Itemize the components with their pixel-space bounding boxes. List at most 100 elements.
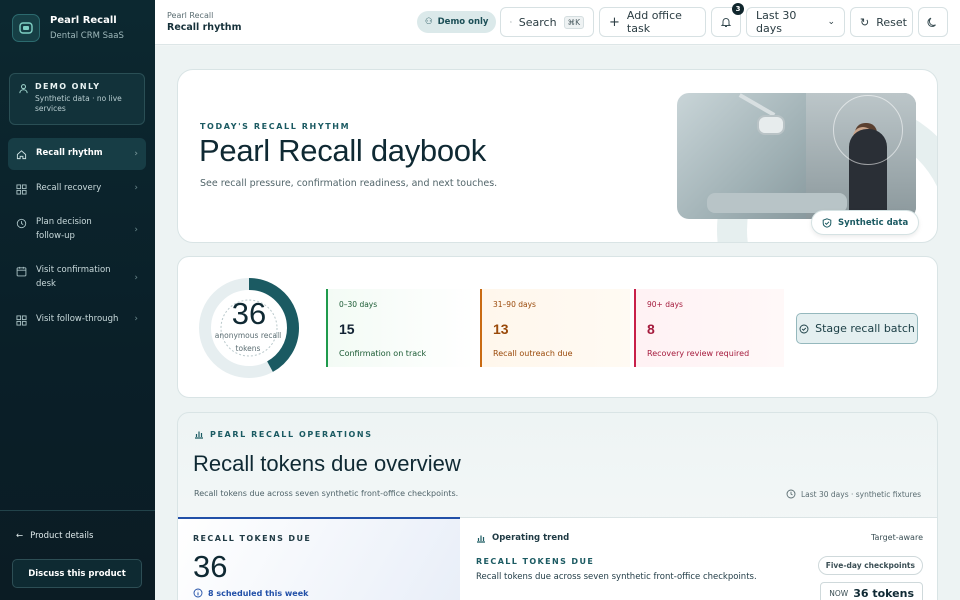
date-range-select[interactable]: Last 30 days ⌄ bbox=[746, 7, 845, 37]
user-icon bbox=[19, 84, 28, 94]
reset-button[interactable]: ↻ Reset bbox=[850, 7, 913, 37]
home-icon bbox=[16, 150, 27, 160]
scheduled-label: 8 scheduled this week bbox=[208, 588, 309, 598]
photo-lamp-arm bbox=[738, 93, 776, 117]
bar-chart-icon bbox=[195, 431, 203, 439]
sidebar-item-plan-decision[interactable]: Plan decision follow-up › bbox=[8, 207, 146, 252]
bucket-90-plus[interactable]: 90+ days 8 Recovery review required bbox=[634, 289, 784, 367]
total-recall-label: anonymous recall tokens bbox=[214, 331, 282, 353]
scheduled-this-week: 8 scheduled this week bbox=[193, 588, 308, 598]
search-label: Search bbox=[518, 15, 557, 29]
sidebar-nav: Recall rhythm › Recall recovery › Plan d… bbox=[8, 138, 146, 338]
sidebar-item-visit-follow-through[interactable]: Visit follow-through › bbox=[8, 304, 146, 336]
bucket-0-30[interactable]: 0–30 days 15 Confirmation on track bbox=[326, 289, 476, 367]
sidebar-item-recall-recovery[interactable]: Recall recovery › bbox=[8, 173, 146, 205]
bucket-description: Confirmation on track bbox=[339, 349, 427, 358]
demo-title: DEMO ONLY bbox=[35, 82, 101, 91]
hero-title: Pearl Recall daybook bbox=[199, 133, 486, 168]
sidebar-item-label: Plan decision follow-up bbox=[36, 217, 92, 241]
recall-stats-card: 36 anonymous recall tokens 0–30 days 15 … bbox=[177, 256, 938, 398]
add-office-task-button[interactable]: + Add office task bbox=[599, 7, 706, 37]
add-task-label: Add office task bbox=[626, 9, 682, 35]
arrow-left-icon: ← bbox=[16, 531, 24, 541]
ops-meta: Last 30 days · synthetic fixtures bbox=[786, 489, 921, 499]
search-button[interactable]: Search ⌘K bbox=[500, 7, 594, 37]
demo-badge-label: Demo only bbox=[437, 17, 489, 27]
recall-tokens-due-value: 36 bbox=[193, 549, 228, 584]
notifications-button[interactable]: 3 bbox=[711, 3, 744, 37]
card-eyebrow: RECALL TOKENS DUE bbox=[193, 534, 312, 543]
chevron-right-icon: › bbox=[134, 272, 138, 283]
sidebar-item-label: Visit follow-through bbox=[36, 313, 119, 324]
date-range-value: Last 30 days bbox=[756, 9, 797, 35]
brand-subtitle: Dental CRM SaaS bbox=[50, 31, 124, 41]
breadcrumb[interactable]: Pearl Recall bbox=[167, 11, 213, 20]
hero-card: TODAY'S RECALL RHYTHM Pearl Recall daybo… bbox=[177, 69, 938, 243]
bucket-range: 90+ days bbox=[647, 300, 683, 309]
bucket-value: 13 bbox=[493, 321, 509, 337]
five-day-checkpoints-chip[interactable]: Five-day checkpoints bbox=[817, 556, 923, 575]
product-details-link[interactable]: ← Product details bbox=[16, 531, 93, 541]
operating-trend-header: Operating trend bbox=[476, 533, 569, 543]
total-recall-tokens: 36 bbox=[231, 296, 267, 331]
bucket-value: 15 bbox=[339, 321, 355, 337]
hero-eyebrow: TODAY'S RECALL RHYTHM bbox=[200, 122, 351, 131]
dental-clinic-photo bbox=[677, 93, 916, 219]
calendar-icon bbox=[16, 267, 27, 277]
photo-ring bbox=[833, 95, 903, 165]
bucket-description: Recovery review required bbox=[647, 349, 750, 358]
sidebar-item-recall-rhythm[interactable]: Recall rhythm › bbox=[8, 138, 146, 170]
refresh-icon: ↻ bbox=[860, 15, 870, 29]
product-details-label: Product details bbox=[30, 531, 94, 541]
ops-meta-label: Last 30 days · synthetic fixtures bbox=[800, 489, 921, 499]
theme-toggle-button[interactable] bbox=[918, 7, 948, 37]
photo-lamp bbox=[757, 115, 785, 135]
top-bar: Pearl Recall Recall rhythm ⚇ Demo only S… bbox=[155, 0, 960, 45]
plus-icon: + bbox=[609, 14, 620, 30]
demo-subtitle: Synthetic data · no live services bbox=[35, 94, 122, 113]
bucket-31-90[interactable]: 31–90 days 13 Recall outreach due bbox=[480, 289, 630, 367]
chevron-right-icon: › bbox=[134, 183, 138, 194]
clock-icon bbox=[16, 219, 27, 229]
demo-badge: ⚇ Demo only bbox=[417, 11, 497, 33]
synthetic-data-label: Synthetic data bbox=[838, 217, 909, 228]
stage-recall-batch-label: Stage recall batch bbox=[815, 322, 915, 335]
now-tokens-badge: NOW 36 tokens bbox=[820, 582, 923, 600]
operating-trend-card: Operating trend Target-aware RECALL TOKE… bbox=[460, 517, 937, 600]
sidebar-item-label: Recall recovery bbox=[36, 182, 102, 193]
stage-recall-batch-button[interactable]: Stage recall batch bbox=[796, 313, 918, 344]
brand[interactable]: Pearl Recall Dental CRM SaaS bbox=[12, 14, 124, 42]
chevron-right-icon: › bbox=[134, 224, 138, 235]
chevron-down-icon: ⌄ bbox=[827, 17, 835, 27]
page-title: Recall rhythm bbox=[167, 22, 242, 33]
target-aware-label: Target-aware bbox=[870, 533, 923, 542]
reset-label: Reset bbox=[876, 15, 907, 29]
hero-subtitle: See recall pressure, confirmation readin… bbox=[200, 178, 498, 189]
bucket-description: Recall outreach due bbox=[493, 349, 573, 358]
search-icon bbox=[510, 21, 512, 23]
bell-icon bbox=[720, 18, 732, 27]
demo-notice: DEMO ONLY Synthetic data · no live servi… bbox=[9, 73, 145, 125]
operating-trend-title: Operating trend bbox=[492, 533, 570, 543]
recall-tokens-due-card[interactable]: RECALL TOKENS DUE 36 8 scheduled this we… bbox=[178, 517, 460, 600]
sidebar-item-label: Recall rhythm bbox=[36, 148, 103, 158]
ops-eyebrow: PEARL RECALL OPERATIONS bbox=[194, 429, 373, 439]
notification-count: 3 bbox=[732, 3, 744, 15]
brand-name: Pearl Recall bbox=[50, 15, 117, 26]
tooth-logo-icon bbox=[12, 14, 40, 42]
bucket-value: 8 bbox=[647, 321, 655, 337]
operations-overview: PEARL RECALL OPERATIONS Recall tokens du… bbox=[177, 412, 938, 600]
discuss-product-button[interactable]: Discuss this product bbox=[12, 559, 142, 588]
ops-title: Recall tokens due overview bbox=[193, 451, 461, 476]
grid-icon bbox=[16, 184, 27, 195]
bar-chart-icon bbox=[477, 535, 485, 543]
chevron-right-icon: › bbox=[134, 148, 138, 159]
divider bbox=[0, 510, 155, 511]
user-icon: ⚇ bbox=[425, 17, 433, 27]
search-shortcut: ⌘K bbox=[563, 15, 584, 29]
shield-check-icon bbox=[822, 217, 832, 228]
sidebar-item-visit-confirmation[interactable]: Visit confirmation desk › bbox=[8, 255, 146, 300]
info-icon bbox=[193, 588, 203, 598]
check-circle-icon bbox=[799, 324, 809, 333]
now-value: 36 tokens bbox=[853, 586, 914, 600]
